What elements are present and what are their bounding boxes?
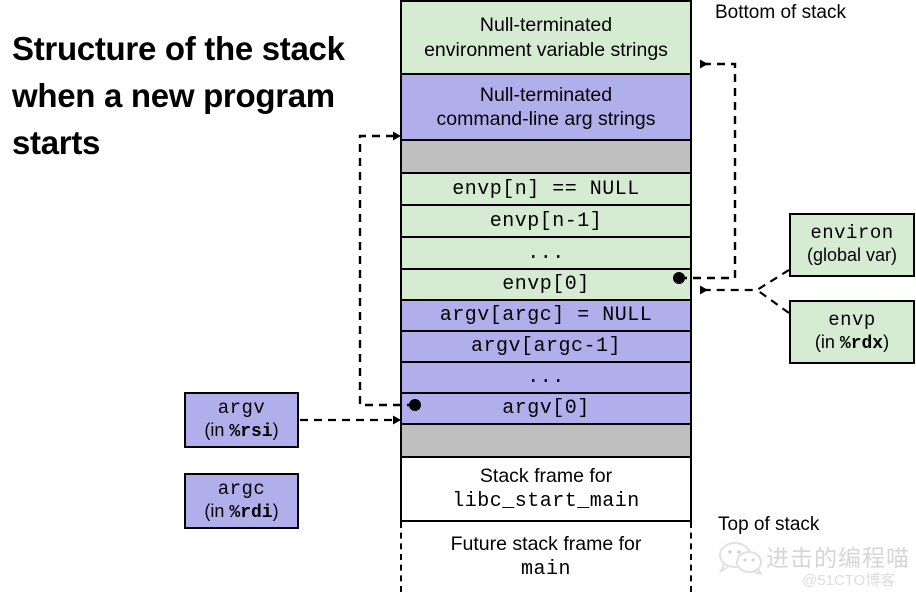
callout-envp-sub-reg: %rdx <box>839 333 884 354</box>
stack-row-libc-frame-line2: libc_start_main <box>452 489 640 513</box>
wechat-icon <box>718 542 762 575</box>
top-of-stack-label: Top of stack <box>718 514 820 535</box>
watermark-subtext: @51CTO博客 <box>802 572 896 589</box>
callout-argv-sub-reg: %rsi <box>229 421 273 442</box>
watermark-text: 进击的编程喵 <box>766 545 910 571</box>
callout-envp-sub: (in %rdx) <box>815 332 889 356</box>
stack-row-main-frame-line1: Future stack frame for <box>450 533 642 556</box>
stack-row-envp-0-label: envp[0] <box>502 273 590 296</box>
stack-row-argv-ellipsis: ... <box>400 363 692 394</box>
callout-environ-sub: (global var) <box>807 245 897 269</box>
callout-argc-sub: (in %rdi) <box>204 501 278 525</box>
page-title: Structure of the stack when a new progra… <box>12 30 345 161</box>
callout-argc-sub-reg: %rdi <box>229 502 273 523</box>
callout-argc-name: argc <box>217 477 266 500</box>
stack-row-argv-null: argv[argc] = NULL <box>400 301 692 332</box>
stack-row-envp-n-1-label: envp[n-1] <box>489 209 603 233</box>
stack-row-argv-null-label: argv[argc] = NULL <box>439 304 653 327</box>
callout-environ[interactable]: environ (global var) <box>789 213 915 277</box>
callout-argv[interactable]: argv (in %rsi) <box>184 392 299 448</box>
stack-row-arg-strings-line2: command-line arg strings <box>436 108 656 130</box>
callout-argv-sub: (in %rsi) <box>204 420 278 444</box>
stack-row-argv-0-label: argv[0] <box>502 397 590 420</box>
callout-envp-name: envp <box>828 308 876 331</box>
callout-argv-sub-suffix: ) <box>272 419 279 440</box>
stack-row-env-strings-line2: environment variable strings <box>424 38 668 61</box>
callout-environ-sub-suffix: ) <box>891 244 898 265</box>
stack-row-envp-ellipsis: ... <box>400 238 692 270</box>
callout-envp-sub-suffix: ) <box>883 331 890 352</box>
stack-row-main-frame: Future stack frame for main <box>400 522 692 592</box>
stack-row-envp-null-label: envp[n] == NULL <box>452 177 640 201</box>
stack-row-argv-0: argv[0] <box>400 394 692 425</box>
stack-row-libc-frame: Stack frame for libc_start_main <box>400 458 692 522</box>
stack-row-arg-strings-line1: Null-terminated <box>479 83 613 106</box>
watermark: 进击的编程喵 @51CTO博客 <box>718 537 916 595</box>
bottom-of-stack-label: Bottom of stack <box>715 2 846 23</box>
callout-argc-sub-suffix: ) <box>272 500 279 521</box>
callout-argc[interactable]: argc (in %rdi) <box>184 473 299 529</box>
stack-row-env-strings: Null-terminated environment variable str… <box>400 0 692 75</box>
stack-row-argv-ellipsis-label: ... <box>527 366 565 389</box>
stack-row-pad-top <box>400 141 692 174</box>
callout-argv-sub-prefix: (in <box>204 419 230 440</box>
stack-row-env-strings-line1: Null-terminated <box>479 14 613 37</box>
callout-envp[interactable]: envp (in %rdx) <box>789 300 915 364</box>
callout-environ-name: environ <box>810 221 894 244</box>
stack-row-envp-0: envp[0] <box>400 270 692 301</box>
stack-row-argv-argc-1-label: argv[argc-1] <box>470 335 622 358</box>
wire-callouts-to-envp0 <box>700 269 790 314</box>
stack-diagram: Null-terminated environment variable str… <box>400 0 692 592</box>
stack-row-envp-null: envp[n] == NULL <box>400 174 692 206</box>
stack-row-main-frame-line2: main <box>520 557 571 581</box>
stack-row-pad-bottom <box>400 425 692 458</box>
stack-row-libc-frame-line1: Stack frame for <box>479 465 613 488</box>
callout-envp-sub-prefix: (in <box>814 331 840 352</box>
stack-row-argv-argc-1: argv[argc-1] <box>400 332 692 363</box>
stack-row-envp-n-1: envp[n-1] <box>400 206 692 238</box>
callout-environ-sub-prefix: (global var <box>806 244 892 265</box>
stack-row-arg-strings: Null-terminated command-line arg strings <box>400 75 692 141</box>
callout-argv-name: argv <box>217 396 266 419</box>
callout-argc-sub-prefix: (in <box>204 500 230 521</box>
stack-row-envp-ellipsis-label: ... <box>527 241 565 265</box>
